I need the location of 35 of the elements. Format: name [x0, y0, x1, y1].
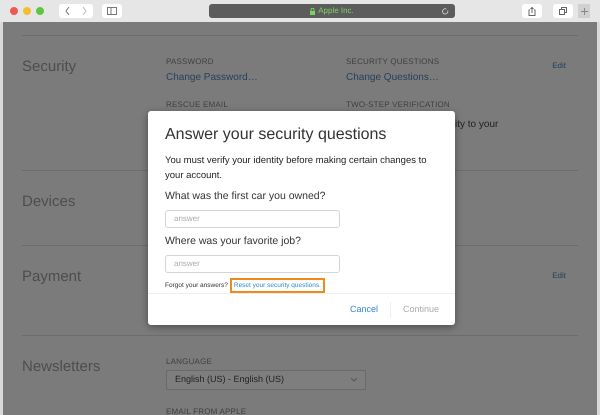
sidebar-button[interactable] [102, 4, 122, 18]
answer-field[interactable]: answer [165, 254, 340, 272]
answer-field[interactable]: answer [165, 210, 340, 228]
field-label: PASSWORD [166, 56, 215, 68]
field-label: EMAIL FROM APPLE [166, 406, 248, 415]
field-label: RESCUE EMAIL [166, 99, 229, 111]
share-button[interactable] [522, 4, 542, 18]
plus-icon [580, 8, 588, 14]
chevron-right-icon [82, 7, 87, 15]
reload-icon[interactable] [442, 8, 449, 14]
dialog-title: Answer your security questions [165, 125, 388, 145]
sidebar-icon [107, 7, 117, 15]
question-label: Where was your favorite job? [165, 234, 302, 249]
chevron-down-icon [351, 378, 357, 382]
tabs-icon [559, 7, 567, 15]
field-link[interactable]: Change Password… [166, 70, 346, 85]
share-icon [528, 6, 536, 16]
new-tab-button[interactable] [578, 4, 590, 18]
field-link[interactable]: Change Questions… [346, 70, 546, 85]
edit-link[interactable]: Edit [552, 60, 566, 72]
back-forward-button[interactable] [59, 4, 93, 18]
field-text: ity to your [454, 118, 500, 132]
dialog-message: You must verify your identity before making certain changes to your account. [165, 154, 428, 183]
chevron-left-icon [65, 7, 70, 15]
field-label: TWO-STEP VERIFICATION [346, 99, 451, 111]
address-text: Apple Inc. [318, 5, 354, 17]
lock-icon [310, 8, 316, 14]
address-bar[interactable]: Apple Inc. [209, 4, 455, 18]
question-label: What was the first car you owned? [165, 189, 326, 204]
field-label: SECURITY QUESTIONS [346, 56, 440, 68]
dialog-button[interactable]: Cancel [350, 302, 378, 316]
field-label: LANGUAGE [166, 356, 214, 368]
tabs-button[interactable] [553, 4, 573, 18]
language-select[interactable]: English (US) - English (US) [166, 370, 366, 390]
edit-link[interactable]: Edit [552, 270, 566, 282]
